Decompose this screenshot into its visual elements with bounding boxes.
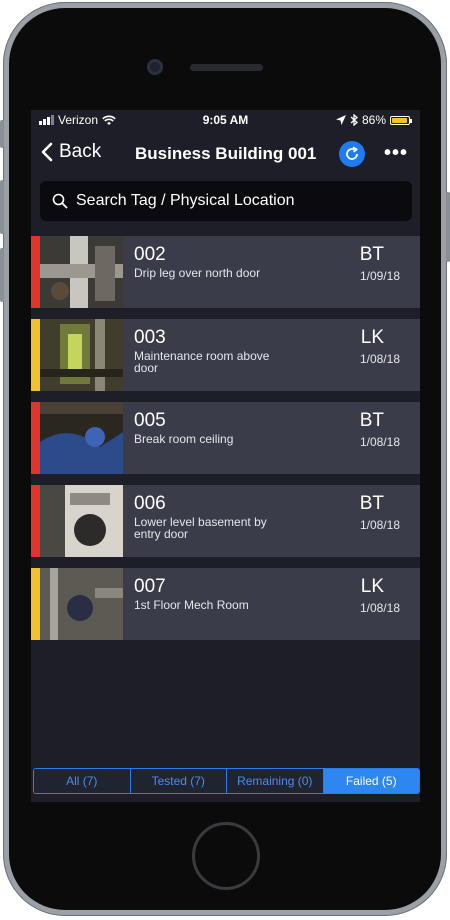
test-date: 1/08/18: [359, 352, 400, 366]
test-date: 1/08/18: [359, 601, 400, 615]
list-item[interactable]: 007 1st Floor Mech Room LK 1/08/18: [31, 568, 420, 640]
location-description: Maintenance room above door: [134, 349, 270, 375]
back-button[interactable]: Back: [41, 141, 101, 163]
location-description: 1st Floor Mech Room: [134, 598, 249, 612]
back-label: Back: [59, 141, 102, 162]
search-field[interactable]: Search Tag / Physical Location: [40, 181, 412, 221]
battery-percent: 86%: [361, 113, 386, 127]
more-options-button[interactable]: •••: [384, 142, 408, 165]
tag-number: 007: [134, 576, 166, 597]
tester-initials: BT: [359, 244, 384, 265]
tag-number: 003: [134, 327, 166, 348]
location-description: Drip leg over north door: [134, 266, 261, 280]
test-date: 1/08/18: [359, 435, 400, 449]
power-button: [446, 192, 450, 262]
page-title: Business Building 001: [135, 144, 317, 163]
chevron-left-icon: [41, 142, 53, 162]
mute-switch: [0, 120, 4, 148]
battery-icon: [390, 115, 412, 125]
status-flag: [31, 568, 40, 640]
status-flag: [31, 319, 40, 391]
tag-number: 002: [134, 244, 166, 265]
search-input[interactable]: Search Tag / Physical Location: [76, 192, 295, 210]
volume-up-button: [0, 180, 4, 234]
home-button[interactable]: [192, 822, 260, 890]
list-item[interactable]: 002 Drip leg over north door BT 1/09/18: [31, 236, 420, 308]
app-screen: Verizon 9:05 AM 86% Back Business Buildi…: [31, 110, 420, 802]
earpiece-speaker: [190, 64, 263, 71]
item-thumbnail: [40, 236, 123, 308]
tab-tested[interactable]: Tested (7): [130, 769, 227, 793]
tester-initials: LK: [360, 327, 384, 348]
tab-all[interactable]: All (7): [34, 769, 131, 793]
tester-initials: LK: [360, 576, 384, 597]
item-thumbnail: [40, 319, 123, 391]
navigation-bar: Back Business Building 001 •••: [31, 132, 420, 176]
front-camera: [147, 59, 163, 75]
list-item[interactable]: 003 Maintenance room above door LK 1/08/…: [31, 319, 420, 391]
location-description: Lower level basement by entry door: [134, 515, 267, 541]
search-icon: [52, 193, 68, 209]
tag-number: 005: [134, 410, 166, 431]
ellipsis-icon: •••: [384, 142, 409, 164]
tester-initials: BT: [359, 410, 384, 431]
status-flag: [31, 236, 40, 308]
tag-number: 006: [134, 493, 166, 514]
test-date: 1/08/18: [359, 518, 400, 532]
status-bar: Verizon 9:05 AM 86%: [31, 110, 420, 130]
bluetooth-icon: [350, 114, 358, 126]
status-flag: [31, 485, 40, 557]
status-flag: [31, 402, 40, 474]
item-thumbnail: [40, 568, 123, 640]
volume-down-button: [0, 248, 4, 302]
location-arrow-icon: [335, 115, 346, 125]
list-item[interactable]: 006 Lower level basement by entry door B…: [31, 485, 420, 557]
test-date: 1/09/18: [359, 269, 400, 283]
item-thumbnail: [40, 402, 123, 474]
tab-remaining[interactable]: Remaining (0): [227, 769, 324, 793]
refresh-icon: [346, 146, 358, 160]
filter-segmented-control: All (7) Tested (7) Remaining (0) Failed …: [33, 768, 420, 794]
tab-failed[interactable]: Failed (5): [323, 769, 419, 793]
list-item[interactable]: 005 Break room ceiling BT 1/08/18: [31, 402, 420, 474]
refresh-button[interactable]: [339, 141, 365, 167]
item-thumbnail: [40, 485, 123, 557]
tester-initials: BT: [359, 493, 384, 514]
location-description: Break room ceiling: [134, 432, 234, 446]
